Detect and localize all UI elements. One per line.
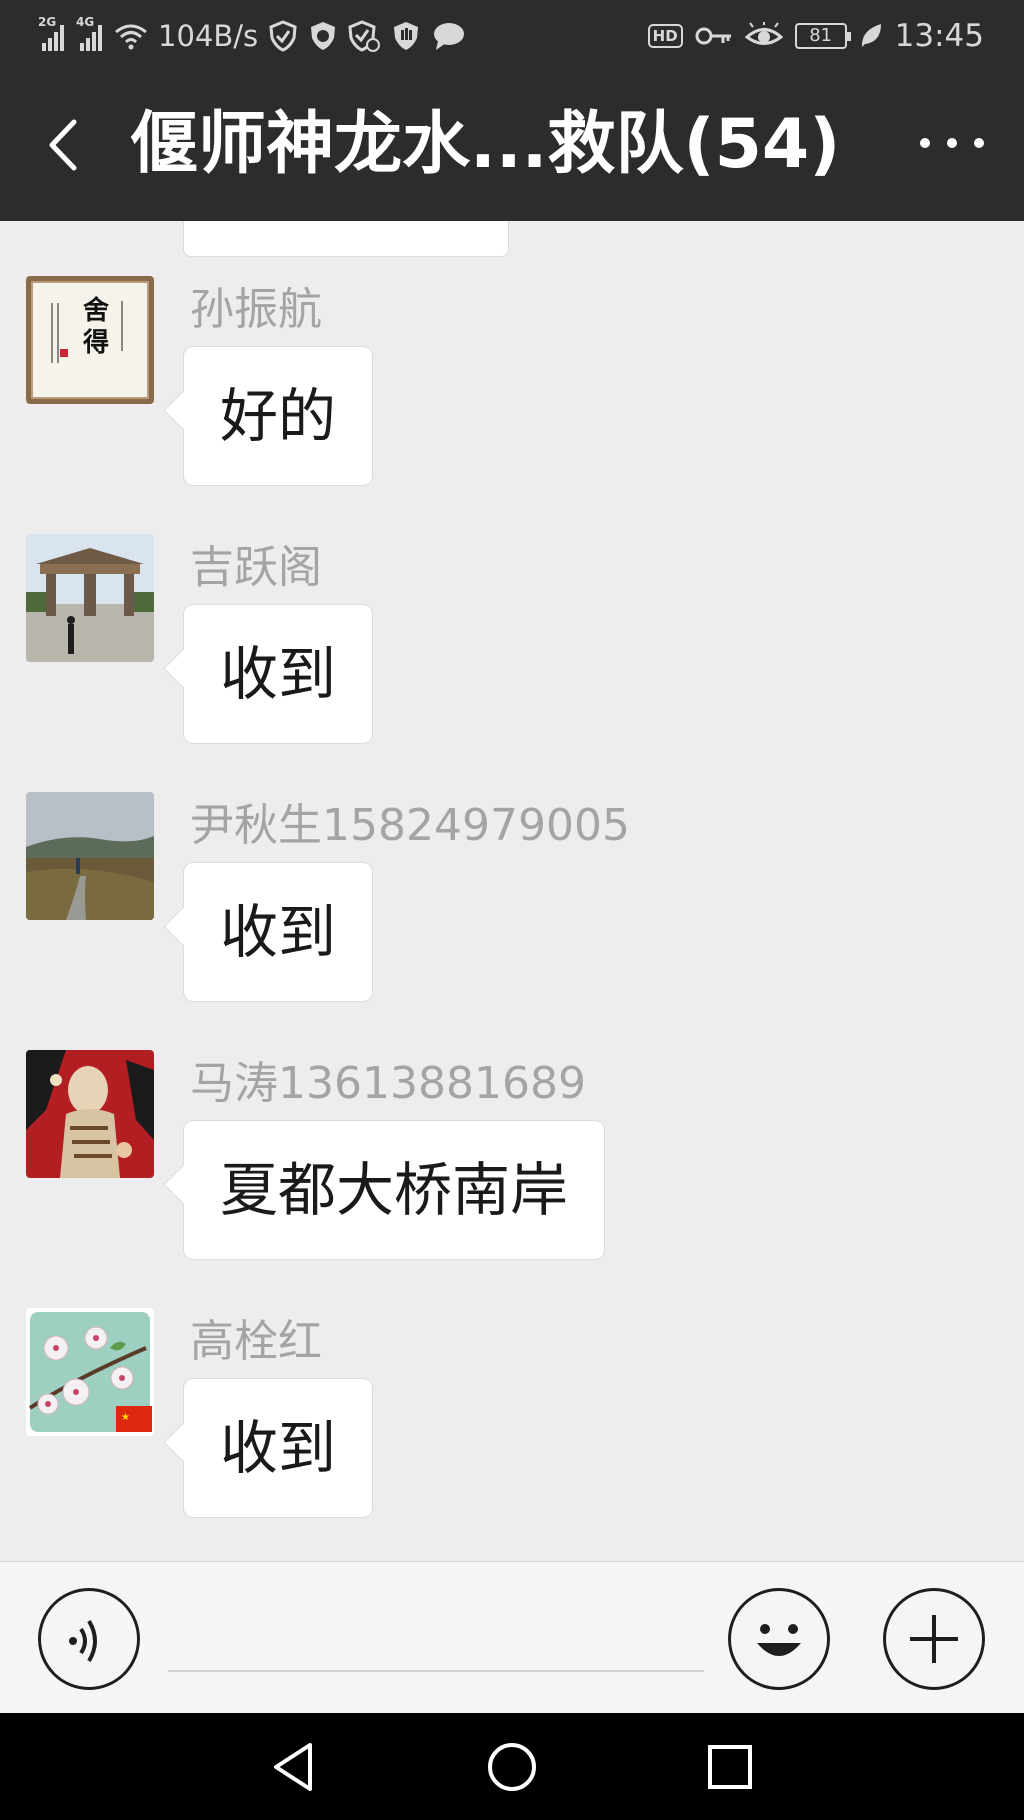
blossom-avatar[interactable]: ★ [26, 1308, 154, 1436]
leaf-icon [861, 24, 881, 47]
home-circle-icon[interactable] [480, 1735, 544, 1799]
wifi-icon [115, 24, 147, 50]
hand-icon [394, 22, 419, 50]
system-navigation-bar [0, 1713, 1024, 1820]
signal-icon: 2G [38, 15, 66, 51]
more-icon[interactable] [920, 128, 984, 158]
message-item: 吉跃阁 收到 [0, 534, 1024, 764]
recents-square-icon[interactable] [698, 1735, 762, 1799]
virus-scan-icon [311, 22, 336, 50]
svg-text:★: ★ [121, 1412, 130, 1423]
battery-icon: 81 [794, 23, 851, 49]
eye-icon [744, 22, 783, 45]
network-type-label: 2G [38, 15, 57, 29]
voice-icon [69, 1619, 97, 1663]
message-bubble[interactable]: 夏都大桥南岸 [183, 1120, 606, 1260]
landscape-avatar[interactable] [26, 792, 154, 920]
chat-header: 偃师神龙水...救队(54) [0, 70, 1024, 221]
calligraphy-avatar[interactable]: 舍得 [26, 276, 154, 404]
chat-message-list[interactable]: 舍得 孙振航 好的 吉跃阁 收到 尹秋生15824979005 收到 马涛136… [0, 221, 1024, 1561]
more-functions-button[interactable] [883, 1588, 985, 1690]
shield-icon [269, 20, 297, 52]
clock: 13:45 [894, 18, 984, 54]
gate-photo-avatar[interactable] [26, 534, 154, 662]
plus-icon [910, 1615, 958, 1663]
input-bar [0, 1561, 1024, 1713]
status-right: HD 81 13:45 [647, 14, 984, 58]
message-bubble[interactable]: 收到 [183, 862, 374, 1002]
previous-message-bubble[interactable] [183, 221, 509, 257]
message-bubble[interactable]: 好的 [183, 346, 374, 486]
voice-button[interactable] [38, 1588, 140, 1690]
message-item: ★ 高栓红 收到 [0, 1308, 1024, 1538]
avatar-calligraphy-text: 舍得 [83, 296, 110, 358]
chat-title: 偃师神龙水...救队(54) [130, 105, 841, 184]
sender-name: 孙振航 [190, 284, 322, 335]
emoji-icon [757, 1624, 801, 1656]
painting-avatar[interactable] [26, 1050, 154, 1178]
back-triangle-icon[interactable] [262, 1735, 326, 1799]
status-left: 2G 4G 104B/s [38, 14, 466, 58]
message-bubble[interactable]: 收到 [183, 1378, 374, 1518]
signal-icon: 4G [76, 15, 104, 51]
chat-icon [434, 23, 465, 50]
message-item: 舍得 孙振航 好的 [0, 276, 1024, 506]
sender-name: 吉跃阁 [190, 542, 322, 593]
hd-icon: HD [647, 24, 683, 48]
sender-name: 尹秋生15824979005 [190, 800, 630, 851]
message-input[interactable] [168, 1610, 704, 1672]
network-speed: 104B/s [158, 19, 259, 53]
emoji-button[interactable] [728, 1588, 830, 1690]
back-arrow-icon[interactable] [36, 110, 90, 180]
sender-name: 高栓红 [190, 1316, 322, 1367]
message-bubble[interactable]: 收到 [183, 604, 374, 744]
shield-alert-icon [348, 20, 381, 52]
key-icon [695, 27, 731, 45]
message-item: 尹秋生15824979005 收到 [0, 792, 1024, 1022]
status-bar: 2G 4G 104B/s HD 81 13:45 [0, 0, 1024, 70]
sender-name: 马涛13613881689 [190, 1058, 586, 1109]
network-type-label: 4G [76, 15, 95, 29]
message-item: 马涛13613881689 夏都大桥南岸 [0, 1050, 1024, 1280]
